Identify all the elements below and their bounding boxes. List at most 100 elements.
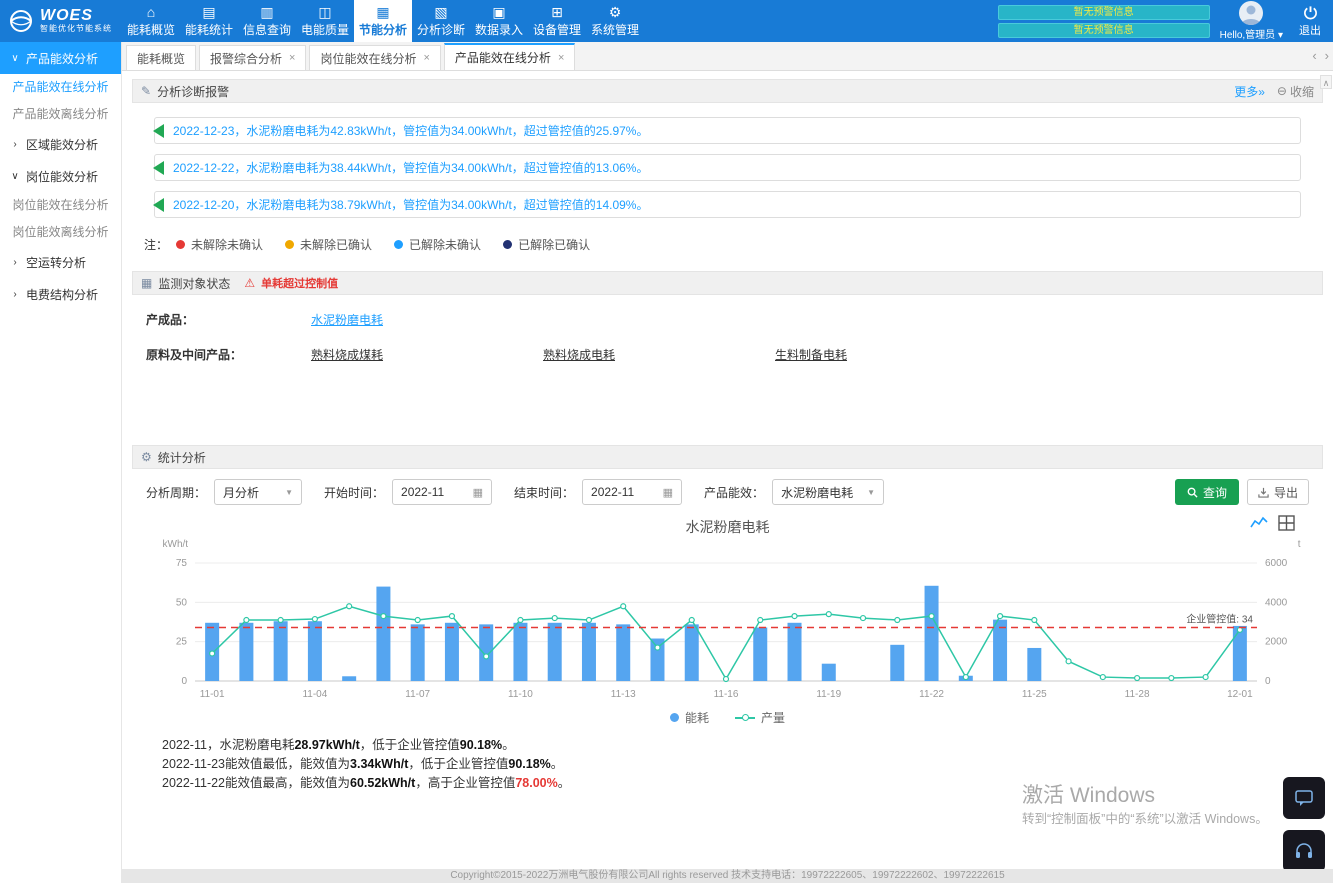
export-button[interactable]: 导出 xyxy=(1247,479,1309,505)
calendar-icon: ▦ xyxy=(473,486,483,499)
tab-scroll-right-icon[interactable]: › xyxy=(1325,48,1329,63)
start-date-input[interactable]: 2022-11 ▦ xyxy=(392,479,492,505)
logo-subtitle: 智能优化节能系统 xyxy=(40,24,112,34)
close-icon[interactable]: × xyxy=(558,52,564,64)
nav-item-energy-statistics[interactable]: ▤ 能耗统计 xyxy=(180,0,238,42)
svg-text:企业管控值: 34: 企业管控值: 34 xyxy=(1186,613,1253,626)
more-link[interactable]: 更多» xyxy=(1234,83,1265,100)
alert-flag-icon xyxy=(153,124,164,138)
nav-item-info-query[interactable]: ▥ 信息查询 xyxy=(238,0,296,42)
sidebar-item-post-online-analysis[interactable]: 岗位能效在线分析 xyxy=(0,192,121,219)
table-view-icon[interactable] xyxy=(1278,515,1295,531)
panel-title: 监测对象状态 xyxy=(158,275,230,292)
link-raw-meal-power[interactable]: 生料制备电耗 xyxy=(775,346,1007,363)
logo-title: WOES xyxy=(40,8,112,24)
tab-energy-overview[interactable]: 能耗概览 xyxy=(126,45,196,70)
link-cement-grinding-power[interactable]: 水泥粉磨电耗 xyxy=(311,311,543,328)
floating-widget-2[interactable] xyxy=(1283,830,1325,869)
alert-item[interactable]: 2022-12-20，水泥粉磨电耗为38.79kWh/t，管控值为34.00kW… xyxy=(154,191,1301,218)
link-clinker-power[interactable]: 熟料烧成电耗 xyxy=(543,346,775,363)
power-icon xyxy=(1303,5,1318,20)
close-icon[interactable]: × xyxy=(289,52,295,64)
y-right-unit: t xyxy=(1298,539,1301,550)
sidebar-group-product-efficiency[interactable]: ∨ 产品能效分析 xyxy=(0,42,121,74)
legend-energy[interactable]: 能耗 xyxy=(670,709,709,726)
export-icon xyxy=(1258,487,1269,498)
collapse-link[interactable]: ⊖ 收缩 xyxy=(1277,83,1314,100)
nav-item-energy-overview[interactable]: ⌂ 能耗概览 xyxy=(122,0,180,42)
svg-text:11-19: 11-19 xyxy=(816,689,841,700)
tab-post-online-analysis[interactable]: 岗位能效在线分析 × xyxy=(309,45,440,70)
alert-banner-1[interactable]: 暂无预警信息 xyxy=(998,5,1210,20)
svg-text:11-13: 11-13 xyxy=(610,689,635,700)
logo: WOES 智能优化节能系统 xyxy=(0,0,122,42)
svg-text:4000: 4000 xyxy=(1265,597,1288,608)
top-header: WOES 智能优化节能系统 ⌂ 能耗概览 ▤ 能耗统计 ▥ 信息查询 ◫ 电能质… xyxy=(0,0,1333,42)
caret-right-icon: › xyxy=(10,139,20,150)
svg-text:11-16: 11-16 xyxy=(713,689,738,700)
caret-down-icon: ∨ xyxy=(10,53,20,64)
alert-flag-icon xyxy=(153,161,164,175)
svg-text:11-25: 11-25 xyxy=(1021,689,1046,700)
floating-widget-1[interactable] xyxy=(1283,777,1325,819)
sidebar-item-product-offline-analysis[interactable]: 产品能效离线分析 xyxy=(0,101,121,128)
nav-item-energy-saving-analysis[interactable]: ▦ 节能分析 xyxy=(354,0,412,42)
tab-alarm-comprehensive-analysis[interactable]: 报警综合分析 × xyxy=(199,45,306,70)
nav-item-device-management[interactable]: ⊞ 设备管理 xyxy=(528,0,586,42)
alert-item[interactable]: 2022-12-22，水泥粉磨电耗为38.44kWh/t，管控值为34.00kW… xyxy=(154,154,1301,181)
line-series-marker-icon xyxy=(735,717,755,719)
energy-saving-analysis-icon: ▦ xyxy=(376,5,389,19)
chevron-down-icon: ▾ xyxy=(1278,30,1283,41)
legend-output[interactable]: 产量 xyxy=(735,709,785,726)
pencil-icon: ✎ xyxy=(141,84,151,98)
line-chart-view-icon[interactable] xyxy=(1250,515,1268,531)
collapse-icon: ⊖ xyxy=(1277,84,1287,98)
tab-product-online-analysis[interactable]: 产品能效在线分析 × xyxy=(444,43,575,70)
sidebar-group-tariff-structure-analysis[interactable]: › 电费结构分析 xyxy=(0,278,121,310)
svg-text:11-28: 11-28 xyxy=(1124,689,1149,700)
end-date-input[interactable]: 2022-11 ▦ xyxy=(582,479,682,505)
alert-item[interactable]: 2022-12-23，水泥粉磨电耗为42.83kWh/t，管控值为34.00kW… xyxy=(154,117,1301,144)
nav-item-data-entry[interactable]: ▣ 数据录入 xyxy=(470,0,528,42)
footer: Copyright©2015-2022万洲电气股份有限公司All rights … xyxy=(122,869,1333,883)
power-quality-icon: ◫ xyxy=(318,5,331,19)
chart-summary: 2022-11，水泥粉磨电耗28.97kWh/t，低于企业管控值90.18%。 … xyxy=(132,732,1323,803)
nav-item-system-management[interactable]: ⚙ 系统管理 xyxy=(586,0,644,42)
summary-line-3: 2022-11-22能效值最高，能效值为60.52kWh/t，高于企业管控值78… xyxy=(162,774,1323,793)
user-menu[interactable]: Hello,管理员 ▾ xyxy=(1220,1,1283,41)
tab-scroll-left-icon[interactable]: ‹ xyxy=(1312,48,1316,63)
nav-item-analysis-diagnosis[interactable]: ▧ 分析诊断 xyxy=(412,0,470,42)
gear-icon: ⚙ xyxy=(141,450,152,464)
sidebar-group-post-efficiency[interactable]: ∨ 岗位能效分析 xyxy=(0,160,121,192)
svg-text:0: 0 xyxy=(1265,676,1271,687)
summary-line-2: 2022-11-23能效值最低，能效值为3.34kWh/t，低于企业管控值90.… xyxy=(162,755,1323,774)
dropdown-caret-icon: ▼ xyxy=(867,488,875,497)
nav-item-power-quality[interactable]: ◫ 电能质量 xyxy=(296,0,354,42)
sidebar-item-post-offline-analysis[interactable]: 岗位能效离线分析 xyxy=(0,219,121,246)
copyright-text: Copyright©2015-2022万洲电气股份有限公司All rights … xyxy=(450,870,1004,881)
logout-button[interactable]: 退出 xyxy=(1293,5,1327,38)
sidebar-group-idle-run-analysis[interactable]: › 空运转分析 xyxy=(0,246,121,278)
period-select[interactable]: 月分析 ▼ xyxy=(214,479,302,505)
grid-icon: ▦ xyxy=(141,276,152,290)
material-label: 原料及中间产品： xyxy=(146,346,311,363)
sidebar-item-product-online-analysis[interactable]: 产品能效在线分析 xyxy=(0,74,121,101)
link-clinker-coal[interactable]: 熟料烧成煤耗 xyxy=(311,346,543,363)
chart-title: 水泥粉磨电耗 xyxy=(132,517,1323,537)
energy-overview-icon: ⌂ xyxy=(147,5,155,19)
scrollbar-up-icon[interactable]: ∧ xyxy=(1320,75,1332,89)
product-efficiency-select[interactable]: 水泥粉磨电耗 ▼ xyxy=(772,479,884,505)
status-dot-resolved-confirmed xyxy=(503,240,512,249)
svg-text:11-22: 11-22 xyxy=(919,689,944,700)
user-greeting: Hello,管理员 xyxy=(1220,30,1276,41)
status-dot-resolved-unconfirmed xyxy=(394,240,403,249)
main-nav: ⌂ 能耗概览 ▤ 能耗统计 ▥ 信息查询 ◫ 电能质量 ▦ 节能分析 ▧ 分析诊… xyxy=(122,0,644,42)
close-icon[interactable]: × xyxy=(423,52,429,64)
query-button[interactable]: 查询 xyxy=(1175,479,1239,505)
sidebar-group-region-efficiency[interactable]: › 区域能效分析 xyxy=(0,128,121,160)
page-body: ∧ ✎ 分析诊断报警 更多» ⊖ 收缩 xyxy=(122,71,1333,869)
alert-flag-icon xyxy=(153,198,164,212)
alert-banner-2[interactable]: 暂无预警信息 xyxy=(998,23,1210,38)
svg-text:6000: 6000 xyxy=(1265,558,1288,569)
dropdown-caret-icon: ▼ xyxy=(285,488,293,497)
